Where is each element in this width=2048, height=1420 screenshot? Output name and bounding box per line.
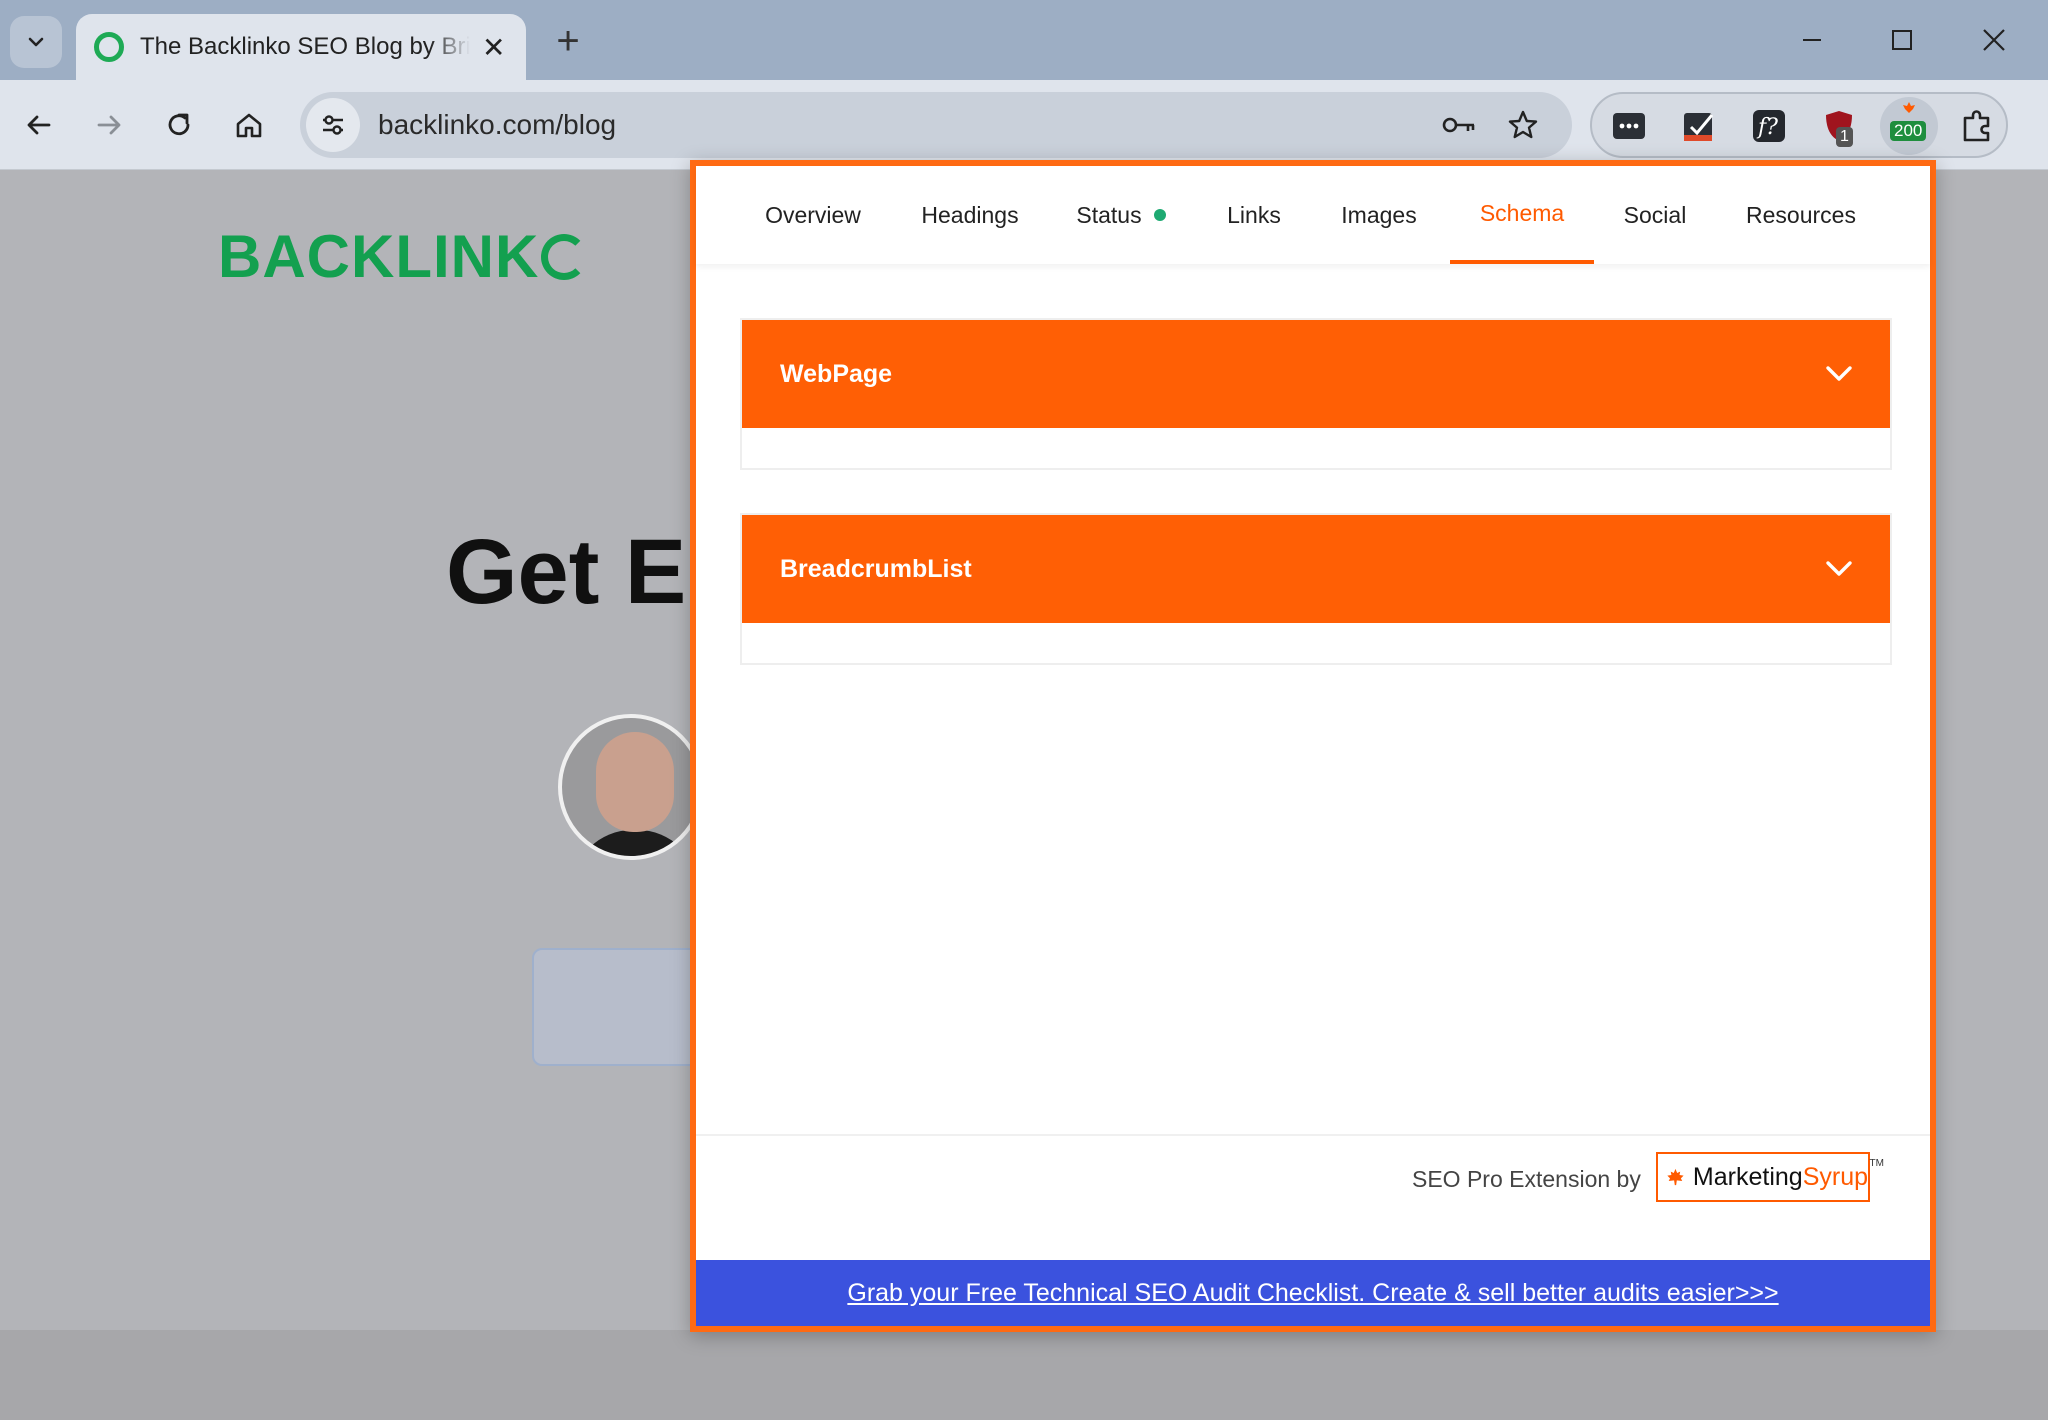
dots-extension-icon <box>1613 113 1645 139</box>
star-icon <box>1508 110 1538 139</box>
key-icon <box>1442 117 1475 133</box>
tab-schema[interactable]: Schema <box>1450 166 1594 264</box>
extension-fonts-button[interactable]: f? <box>1746 103 1792 149</box>
address-bar[interactable]: backlinko.com/blog <box>300 92 1572 158</box>
extension-seo-pro-button[interactable]: 200 <box>1880 97 1938 155</box>
footer-credit-text: SEO Pro Extension by <box>1412 1166 1641 1192</box>
svg-text:f?: f? <box>1756 115 1778 140</box>
tab-status[interactable]: Status <box>1072 166 1170 264</box>
close-tab-icon[interactable]: ✕ <box>482 31 505 64</box>
promo-banner: Grab your Free Technical SEO Audit Check… <box>696 1260 1930 1326</box>
tab-links[interactable]: Links <box>1224 166 1284 264</box>
chevron-down-icon <box>28 37 44 47</box>
font-question-icon: f? <box>1753 110 1785 142</box>
reload-icon <box>168 113 190 136</box>
tab-label: Status <box>1076 201 1142 228</box>
marketingsyrup-logo[interactable]: Marketing Syrup TM <box>1656 1152 1884 1202</box>
author-avatar <box>558 714 704 860</box>
tab-headings[interactable]: Headings <box>916 166 1024 264</box>
seo-extension-popup: Overview Headings Status Links Images Sc… <box>690 160 1936 1332</box>
home-button[interactable] <box>224 100 274 150</box>
extensions-menu-button[interactable] <box>1954 103 2000 149</box>
schema-accordion-webpage: WebPage <box>740 318 1892 470</box>
forward-button[interactable] <box>84 100 134 150</box>
avatar-shirt <box>572 830 698 856</box>
browser-toolbar: backlinko.com/blog f? 1 200 <box>0 80 2048 170</box>
schema-accordion-header[interactable]: WebPage <box>742 320 1890 428</box>
browser-tab-active[interactable]: The Backlinko SEO Blog by Brian Dean ✕ <box>76 14 526 80</box>
tab-images[interactable]: Images <box>1336 166 1422 264</box>
brand-name-part-b: Syrup <box>1802 1162 1868 1191</box>
ublock-badge: 1 <box>1836 127 1853 147</box>
tab-social[interactable]: Social <box>1620 166 1690 264</box>
tab-label: Headings <box>921 201 1019 228</box>
tab-label: Overview <box>765 201 861 228</box>
backlinko-logo[interactable]: BACKLINK <box>218 222 588 291</box>
logo-o-icon <box>541 233 588 280</box>
tab-label: Resources <box>1746 201 1856 228</box>
avatar-face <box>596 732 674 832</box>
schema-type-title: WebPage <box>780 359 893 388</box>
arrow-right-icon <box>97 115 121 135</box>
minimize-icon <box>1803 39 1821 41</box>
maximize-button[interactable] <box>1872 14 1932 66</box>
checkbox-extension-icon <box>1684 113 1714 141</box>
home-icon <box>236 113 262 138</box>
popup-tab-bar: Overview Headings Status Links Images Sc… <box>696 166 1930 264</box>
tab-label: Images <box>1341 201 1417 228</box>
close-icon <box>1983 29 2005 51</box>
tab-resources[interactable]: Resources <box>1742 166 1860 264</box>
arrow-left-icon <box>27 115 51 135</box>
site-info-button[interactable] <box>306 98 360 152</box>
new-tab-button[interactable]: + <box>548 18 588 66</box>
extension-checklist-button[interactable] <box>1676 103 1722 149</box>
tab-search-button[interactable] <box>10 16 62 68</box>
maple-leaf-icon <box>1903 102 1915 113</box>
close-window-button[interactable] <box>1964 14 2024 66</box>
tab-label: Social <box>1623 201 1687 228</box>
brand-name-part-a: Marketing <box>1692 1162 1803 1191</box>
schema-type-title: BreadcrumbList <box>780 554 972 583</box>
seo-status-badge: 200 <box>1890 121 1927 141</box>
audit-checklist-link[interactable]: Grab your Free Technical SEO Audit Check… <box>847 1279 1778 1308</box>
maximize-icon <box>1892 30 1912 50</box>
tab-label: Links <box>1227 201 1281 228</box>
extensions-area: f? 1 200 <box>1590 92 2008 158</box>
minimize-button[interactable] <box>1782 14 1842 66</box>
schema-accordion-breadcrumblist: BreadcrumbList <box>740 513 1892 665</box>
tab-label: Schema <box>1479 199 1565 226</box>
reload-button[interactable] <box>154 100 204 150</box>
tab-overview[interactable]: Overview <box>760 166 866 264</box>
extension-dots-button[interactable] <box>1606 103 1652 149</box>
extension-ublock-button[interactable]: 1 <box>1816 103 1862 149</box>
url-text[interactable]: backlinko.com/blog <box>378 109 616 141</box>
tab-strip: The Backlinko SEO Blog by Brian Dean ✕ + <box>0 0 2048 80</box>
puzzle-piece-icon <box>1963 110 1990 142</box>
back-button[interactable] <box>14 100 64 150</box>
chevron-down-icon[interactable] <box>1824 554 1854 584</box>
hero-title: Get E <box>446 521 687 623</box>
trademark-mark: TM <box>1869 1158 1884 1169</box>
schema-accordion-header[interactable]: BreadcrumbList <box>742 515 1890 623</box>
chevron-down-icon[interactable] <box>1824 359 1854 389</box>
status-ok-indicator <box>1153 209 1166 221</box>
maple-leaf-icon <box>1667 1168 1684 1186</box>
backlinko-favicon-icon <box>94 32 124 62</box>
bookmark-button[interactable] <box>1498 100 1548 150</box>
tune-icon <box>323 115 343 135</box>
tab-title: The Backlinko SEO Blog by Brian Dean <box>140 33 470 60</box>
password-key-button[interactable] <box>1434 100 1484 150</box>
footer-divider <box>696 1134 1930 1136</box>
logo-text: BACKLINK <box>218 223 540 290</box>
